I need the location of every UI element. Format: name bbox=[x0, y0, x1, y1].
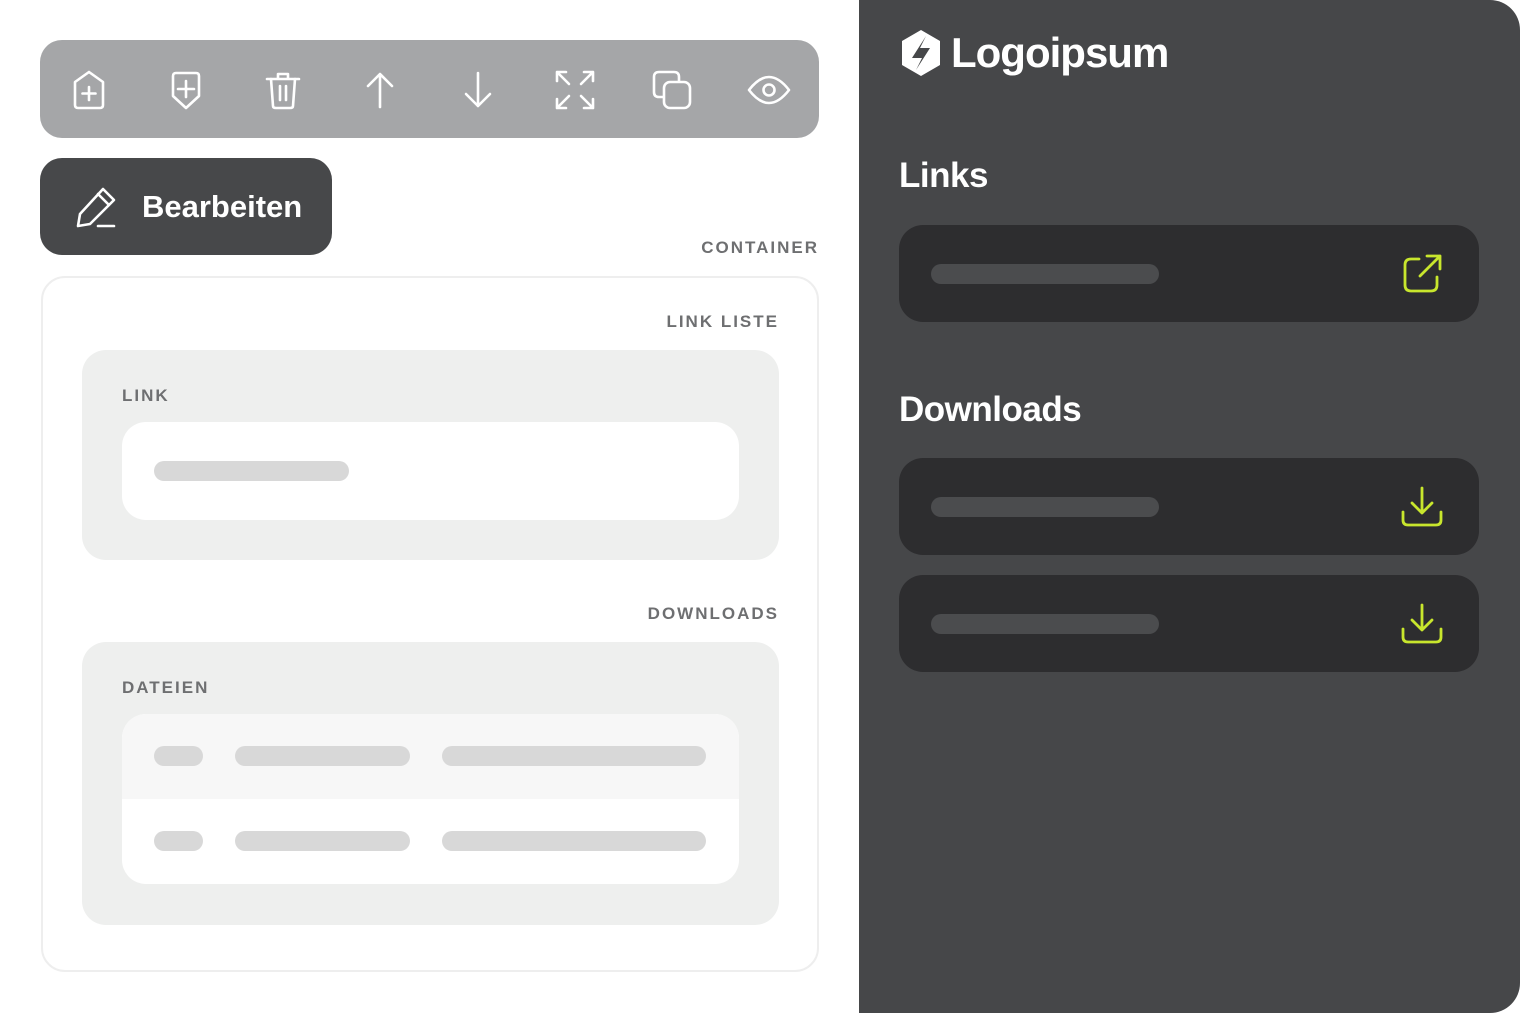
file-cell bbox=[154, 831, 203, 851]
link-list-label: LINK LISTE bbox=[666, 312, 779, 331]
link-card[interactable] bbox=[899, 225, 1479, 322]
download-icon bbox=[1401, 603, 1443, 644]
downloads-title: Downloads bbox=[899, 390, 1082, 429]
link-list-block[interactable]: LINK bbox=[82, 350, 779, 560]
table-row[interactable] bbox=[122, 714, 739, 799]
logo: Logoipsum bbox=[899, 28, 1169, 78]
download-card[interactable] bbox=[899, 575, 1479, 672]
container-block[interactable]: LINK LISTE LINK DOWNLOADS DATEIEN bbox=[41, 276, 819, 972]
link-label: LINK bbox=[122, 386, 170, 405]
edit-button[interactable]: Bearbeiten bbox=[40, 158, 332, 255]
copy-icon bbox=[652, 70, 692, 110]
file-cell bbox=[235, 831, 410, 851]
download-card-placeholder bbox=[931, 497, 1159, 517]
preview-button[interactable] bbox=[744, 65, 794, 115]
logo-mark-icon bbox=[902, 30, 940, 76]
container-label: CONTAINER bbox=[701, 238, 819, 257]
add-item-button[interactable] bbox=[64, 65, 114, 115]
eye-icon bbox=[747, 75, 791, 105]
delete-button[interactable] bbox=[258, 65, 308, 115]
file-cell bbox=[442, 746, 706, 766]
arrow-up-icon bbox=[366, 72, 394, 109]
links-title: Links bbox=[899, 156, 988, 195]
move-up-button[interactable] bbox=[355, 65, 405, 115]
editor-toolbar bbox=[40, 40, 819, 138]
edit-button-label: Bearbeiten bbox=[142, 188, 303, 224]
file-cell bbox=[235, 746, 410, 766]
downloads-label: DOWNLOADS bbox=[647, 604, 779, 623]
download-card[interactable] bbox=[899, 458, 1479, 555]
expand-icon bbox=[555, 70, 595, 110]
expand-button[interactable] bbox=[550, 65, 600, 115]
link-card-placeholder bbox=[931, 264, 1159, 284]
pencil-icon bbox=[76, 187, 116, 227]
add-item-icon bbox=[73, 70, 105, 110]
link-input[interactable] bbox=[122, 422, 739, 520]
link-placeholder bbox=[154, 461, 349, 481]
external-link-icon bbox=[1403, 254, 1442, 293]
preview-panel: Logoipsum Links Downloads bbox=[859, 0, 1520, 1013]
file-cell bbox=[442, 831, 706, 851]
logo-text: Logoipsum bbox=[951, 29, 1169, 76]
arrow-down-icon bbox=[464, 71, 492, 108]
trash-icon bbox=[265, 72, 301, 110]
duplicate-button[interactable] bbox=[647, 65, 697, 115]
files-label: DATEIEN bbox=[122, 678, 210, 697]
download-card-placeholder bbox=[931, 614, 1159, 634]
add-component-icon bbox=[171, 71, 201, 110]
add-component-button[interactable] bbox=[161, 65, 211, 115]
files-table bbox=[122, 714, 739, 884]
file-cell bbox=[154, 746, 203, 766]
download-icon bbox=[1401, 486, 1443, 527]
table-row[interactable] bbox=[122, 799, 739, 884]
move-down-button[interactable] bbox=[453, 65, 503, 115]
downloads-block[interactable]: DATEIEN bbox=[82, 642, 779, 925]
